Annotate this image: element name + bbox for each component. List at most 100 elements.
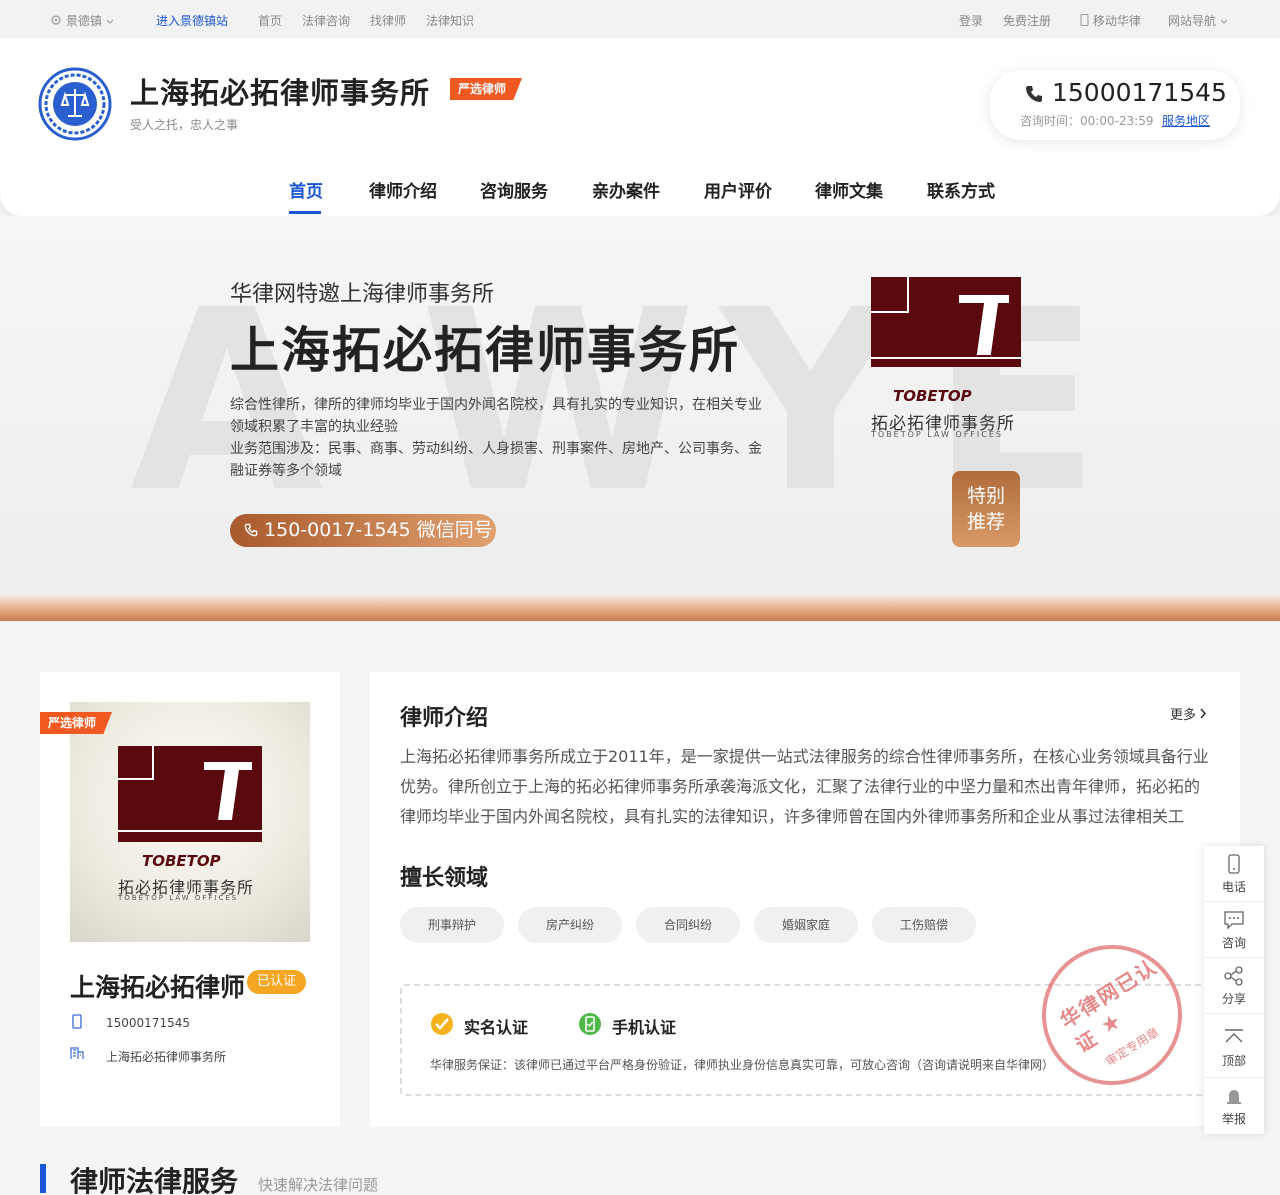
selected-lawyer-badge: 严选律师 [40,712,113,734]
side-top-button[interactable]: 顶部 [1204,1014,1264,1078]
intro-title: 律师介绍 [400,706,489,731]
selected-lawyer-badge: 严选律师 [450,78,523,100]
expertise-chip[interactable]: 婚姻家庭 [754,907,858,943]
verified-badge: 已认证 [247,970,307,994]
phone-icon [244,523,258,537]
tab-cases[interactable]: 亲办案件 [592,177,660,202]
special-recommend-badge: 特别 推荐 [952,471,1020,547]
expertise-chip[interactable]: 工伤赔偿 [872,907,976,943]
nav-link-knowledge[interactable]: 法律知识 [426,12,474,29]
tab-home[interactable]: 首页 [289,177,323,202]
hero-banner: A W Y E 华律网特邀上海律师事务所 上海拓必拓律师事务所 综合性律所，律所… [0,216,1280,621]
seal-text: 华律网已认证 [1055,954,1162,1058]
firm-logo [871,277,1021,367]
site-nav-dropdown[interactable]: 网站导航 [1168,12,1228,29]
side-phone-label: 电话 [1221,880,1246,894]
mobile-phone-icon [1080,14,1089,26]
contact-phone-box: 15000171545 咨询时间：00:00-23:59 服务地区 [990,70,1240,140]
heading-accent-bar [40,1164,46,1193]
login-link[interactable]: 登录 [959,12,983,29]
lawyer-phone[interactable]: 15000171545 [106,1016,190,1030]
nav-link-consult[interactable]: 法律咨询 [302,12,350,29]
enter-site-link[interactable]: 进入景德镇站 [156,12,228,29]
site-nav-label: 网站导航 [1168,14,1217,28]
lawyer-name: 上海拓必拓律师 [70,973,246,1002]
location-pin-icon [51,15,61,25]
side-toolbar: 电话 咨询 分享 顶部 举报 [1204,846,1264,1134]
mobile-phone-icon [1228,854,1240,874]
tab-reviews[interactable]: 用户评价 [704,177,772,202]
location-label: 景德镇 [65,14,102,28]
site-header: 上海拓必拓律师事务所 严选律师 受人之托，忠人之事 15000171545 咨询… [0,38,1280,216]
side-share-button[interactable]: 分享 [1204,958,1264,1014]
lawyer-photo[interactable]: TOBETOP 拓必拓律师事务所 TOBETOP LAW OFFICES [70,702,310,942]
firm-title: 上海拓必拓律师事务所 [130,76,431,110]
share-icon [1224,966,1243,986]
firm-logo-en: TOBETOP [893,387,972,405]
expertise-chip[interactable]: 合同纠纷 [636,907,740,943]
tab-articles[interactable]: 律师文集 [815,177,883,202]
phone-verified-icon [579,1013,601,1035]
recommend-line: 推荐 [966,511,1005,533]
chat-bubble-icon [1224,911,1244,930]
nav-link-find-lawyer[interactable]: 找律师 [370,12,406,29]
header-phone-number[interactable]: 15000171545 [1052,78,1227,107]
phone-cert: 手机认证 [612,1018,677,1037]
real-name-check-icon [431,1013,453,1035]
more-link[interactable]: 更多 [1170,704,1207,723]
banner-title: 上海拓必拓律师事务所 [230,322,741,379]
back-to-top-icon [1225,1029,1243,1043]
firm-logo-sub: TOBETOP LAW OFFICES [871,430,1003,439]
side-share-label: 分享 [1221,992,1246,1006]
service-area-link[interactable]: 服务地区 [1162,112,1210,129]
top-bar: 景德镇 进入景德镇站 首页 法律咨询 找律师 法律知识 登录 免费注册 移动华律… [0,0,1280,38]
chevron-right-icon [1200,708,1207,719]
recommend-line: 特别 [966,485,1005,507]
banner-stripe [0,593,1280,621]
side-consult-label: 咨询 [1221,936,1246,950]
mobile-label: 移动华律 [1092,14,1141,28]
chevron-down-icon [1220,19,1228,24]
side-top-label: 顶部 [1221,1054,1246,1068]
mobile-link[interactable]: 移动华律 [1080,12,1141,29]
banner-desc-line: 综合性律所，律所的律师均毕业于国内外闻名院校，具有扎实的专业知识，在相关专业领域… [230,397,762,435]
service-guarantee-note: 华律服务保证：该律师已通过平台严格身份验证，律师执业身份信息真实可靠，可放心咨询… [430,1058,1055,1072]
firm-logo-sub: TOBETOP LAW OFFICES [118,894,239,902]
scales-of-justice-logo-icon [38,67,112,141]
section-subtitle: 快速解决法律问题 [258,1176,379,1194]
section-title: 律师法律服务 [70,1165,239,1195]
expertise-chip[interactable]: 刑事辩护 [400,907,504,943]
register-link[interactable]: 免费注册 [1003,12,1051,29]
tab-contact[interactable]: 联系方式 [927,177,995,202]
tab-lawyer-intro[interactable]: 律师介绍 [369,177,437,202]
side-report-button[interactable]: 举报 [1204,1078,1264,1134]
banner-desc-line: 业务范围涉及：民事、商事、劳动纠纷、人身损害、刑事案件、房地产、公司事务、金融证… [230,441,762,479]
location-selector[interactable]: 景德镇 [50,12,114,29]
phone-icon [1026,86,1042,102]
side-phone-button[interactable]: 电话 [1204,846,1264,902]
banner-description: 综合性律所，律所的律师均毕业于国内外闻名院校，具有扎实的专业知识，在相关专业领域… [230,394,770,482]
consult-hours: 咨询时间：00:00-23:59 [1020,114,1154,128]
intro-text: 上海拓必拓律师事务所成立于2011年，是一家提供一站式法律服务的综合性律师事务所… [400,747,1209,826]
building-icon [70,1047,84,1059]
banner-phone-button[interactable]: 150-0017-1545 微信同号 [230,514,496,547]
lawyer-card: TOBETOP 拓必拓律师事务所 TOBETOP LAW OFFICES 严选律… [40,672,340,1126]
real-name-cert: 实名认证 [464,1018,529,1037]
chevron-down-icon [106,19,114,24]
active-tab-indicator [289,211,321,214]
side-consult-button[interactable]: 咨询 [1204,902,1264,958]
mobile-phone-icon [72,1014,82,1029]
banner-phone-label: 150-0017-1545 微信同号 [264,519,493,541]
lawyer-firm: 上海拓必拓律师事务所 [106,1050,227,1064]
firm-logo [118,746,262,842]
banner-subtitle: 华律网特邀上海律师事务所 [230,282,495,307]
tab-consult-service[interactable]: 咨询服务 [480,177,548,202]
more-label: 更多 [1170,708,1197,723]
firm-slogan: 受人之托，忠人之事 [130,118,239,132]
expertise-title: 擅长领域 [400,866,489,891]
expertise-chip[interactable]: 房产纠纷 [518,907,622,943]
alarm-icon [1227,1090,1241,1104]
nav-link-home[interactable]: 首页 [258,12,282,29]
side-report-label: 举报 [1221,1112,1246,1126]
firm-logo-en: TOBETOP [142,852,221,870]
